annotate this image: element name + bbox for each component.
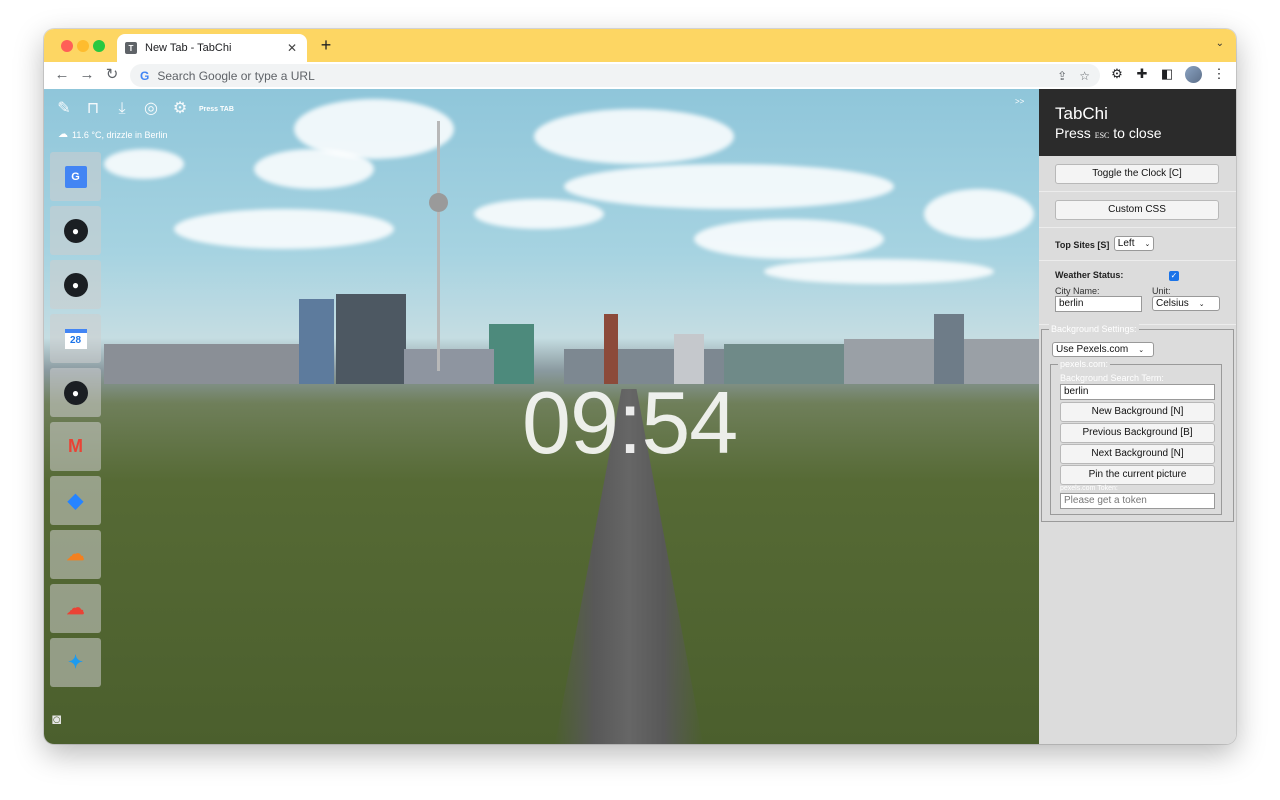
site-github[interactable]: ● <box>50 260 101 309</box>
next-background-button[interactable]: Next Background [N] <box>1060 444 1215 464</box>
weather-text: 11.6 °C, drizzle in Berlin <box>72 129 168 140</box>
page-content: ✎ ⊓ ⤓ ◎ ⚙ Press TAB ☁ 11.6 °C, drizzle i… <box>44 89 1236 744</box>
pexels-legend: pexels.com: <box>1058 359 1111 369</box>
weather-status: ☁ 11.6 °C, drizzle in Berlin <box>58 129 167 140</box>
forward-button[interactable]: → <box>77 65 97 85</box>
esc-key-label: esc <box>1094 129 1110 141</box>
unit-label: Unit: <box>1152 286 1171 296</box>
side-panel-icon[interactable]: ◧ <box>1158 66 1176 82</box>
top-sites-list: G ● ● 28 ● M ◆ ☁ ☁ ✦ <box>50 152 101 692</box>
pin-picture-button[interactable]: Pin the current picture <box>1060 465 1215 485</box>
twitter-icon: ✦ <box>67 652 84 672</box>
chevron-down-icon: ⌄ <box>1144 241 1151 249</box>
reload-button[interactable]: ↻ <box>102 65 122 85</box>
gmail-icon: M <box>68 436 83 456</box>
pexels-fieldset: pexels.com: Background Search Term: berl… <box>1050 359 1222 515</box>
browser-toolbar: ← → ↻ G Search Google or type a URL ⇪ ☆ … <box>44 62 1236 89</box>
city-name-input[interactable]: berlin <box>1055 296 1142 312</box>
chevron-down-icon: ⌄ <box>1138 347 1145 354</box>
site-gmail[interactable]: M <box>50 422 101 471</box>
omnibox-placeholder: Search Google or type a URL <box>157 68 315 83</box>
site-github[interactable]: ● <box>50 368 101 417</box>
download-icon[interactable]: ⤓ <box>110 98 134 120</box>
new-background-button[interactable]: New Background [N] <box>1060 402 1215 422</box>
tab-search-chevron-icon[interactable]: ⌄ <box>1216 38 1224 49</box>
bookmark-icon[interactable]: ⊓ <box>81 98 105 120</box>
drizzle-icon: ☁ <box>58 129 68 140</box>
camera-icon[interactable]: ◙ <box>52 711 61 728</box>
bookmark-star-icon[interactable]: ☆ <box>1079 69 1090 83</box>
unit-select[interactable]: Celsius ⌄ <box>1152 296 1220 311</box>
custom-css-section: Custom CSS <box>1039 192 1236 228</box>
site-google-cloud[interactable]: ☁ <box>50 584 101 633</box>
tab-new-tab[interactable]: T New Tab - TabChi ✕ <box>117 34 307 62</box>
background-settings-legend: Background Settings: <box>1049 324 1139 334</box>
brain-icon[interactable]: ◎ <box>139 98 163 120</box>
omnibox[interactable]: G Search Google or type a URL ⇪ ☆ <box>130 64 1100 87</box>
minimize-window-button[interactable] <box>77 40 89 52</box>
panel-title: TabChi <box>1055 104 1108 123</box>
google-cloud-icon: ☁ <box>66 598 85 618</box>
tabchi-favicon-icon: T <box>125 42 137 54</box>
site-jira[interactable]: ◆ <box>50 476 101 525</box>
weather-section: Weather Status: ✓ City Name: Unit: berli… <box>1039 261 1236 325</box>
background-source-select[interactable]: Use Pexels.com ⌄ <box>1052 342 1154 357</box>
chevron-down-icon: ⌄ <box>1198 301 1205 308</box>
search-term-label: Background Search Term: <box>1060 373 1164 383</box>
city-name-label: City Name: <box>1055 286 1100 296</box>
tab-title: New Tab - TabChi <box>145 42 232 54</box>
expand-panel-button[interactable]: >> <box>1015 97 1024 106</box>
site-google-calendar[interactable]: 28 <box>50 314 101 363</box>
google-icon: G <box>140 68 150 83</box>
github-icon: ● <box>63 272 88 297</box>
settings-gear-icon[interactable]: ⚙ <box>168 98 192 120</box>
notes-icon[interactable]: ✎ <box>52 98 76 120</box>
menu-kebab-icon[interactable]: ⋮ <box>1210 66 1228 82</box>
weather-status-label: Weather Status: <box>1055 270 1124 280</box>
weather-status-checkbox[interactable]: ✓ <box>1169 271 1179 281</box>
toggle-clock-button[interactable]: Toggle the Clock [C] <box>1055 164 1219 184</box>
search-term-input[interactable]: berlin <box>1060 384 1215 400</box>
browser-window: T New Tab - TabChi ✕ + ⌄ ← → ↻ G Search … <box>44 29 1236 744</box>
panel-subtitle: Press esc to close <box>1055 125 1162 141</box>
top-sites-section: Top Sites [S] Left ⌄ <box>1039 228 1236 261</box>
token-input[interactable]: Please get a token <box>1060 493 1215 509</box>
tab-close-icon[interactable]: ✕ <box>285 41 299 55</box>
back-button[interactable]: ← <box>52 65 72 85</box>
site-twitter[interactable]: ✦ <box>50 638 101 687</box>
clock: 09:54 <box>522 373 738 472</box>
jira-icon: ◆ <box>67 490 84 512</box>
site-github[interactable]: ● <box>50 206 101 255</box>
press-tab-hint: Press TAB <box>199 105 234 113</box>
settings-panel: TabChi Press esc to close Toggle the Clo… <box>1039 89 1236 744</box>
tab-bar: T New Tab - TabChi ✕ + ⌄ <box>44 29 1236 62</box>
background-settings-fieldset: Background Settings: Use Pexels.com ⌄ pex… <box>1041 324 1234 522</box>
profile-avatar[interactable] <box>1185 66 1202 83</box>
share-icon[interactable]: ⇪ <box>1057 69 1067 83</box>
top-icon-bar: ✎ ⊓ ⤓ ◎ ⚙ Press TAB <box>52 98 234 120</box>
github-icon: ● <box>63 380 88 405</box>
close-window-button[interactable] <box>61 40 73 52</box>
extensions-puzzle-icon[interactable]: ✚ <box>1133 66 1151 82</box>
google-translate-icon: G <box>64 165 87 188</box>
toggle-clock-section: Toggle the Clock [C] <box>1039 156 1236 192</box>
github-icon: ● <box>63 218 88 243</box>
city-skyline <box>44 289 1039 384</box>
previous-background-button[interactable]: Previous Background [B] <box>1060 423 1215 443</box>
extension-gear-icon[interactable]: ⚙ <box>1108 66 1126 82</box>
custom-css-button[interactable]: Custom CSS <box>1055 200 1219 220</box>
site-cloudflare[interactable]: ☁ <box>50 530 101 579</box>
site-google-translate[interactable]: G <box>50 152 101 201</box>
top-sites-select[interactable]: Left ⌄ <box>1113 236 1155 252</box>
top-sites-label: Top Sites [S] <box>1055 240 1110 250</box>
panel-header: TabChi Press esc to close <box>1039 89 1236 156</box>
maximize-window-button[interactable] <box>93 40 105 52</box>
cloudflare-icon: ☁ <box>66 544 85 564</box>
token-label: pexels.com Token: <box>1060 485 1118 492</box>
new-tab-button[interactable]: + <box>316 35 336 56</box>
tv-tower <box>437 121 440 371</box>
google-calendar-icon: 28 <box>64 328 87 349</box>
